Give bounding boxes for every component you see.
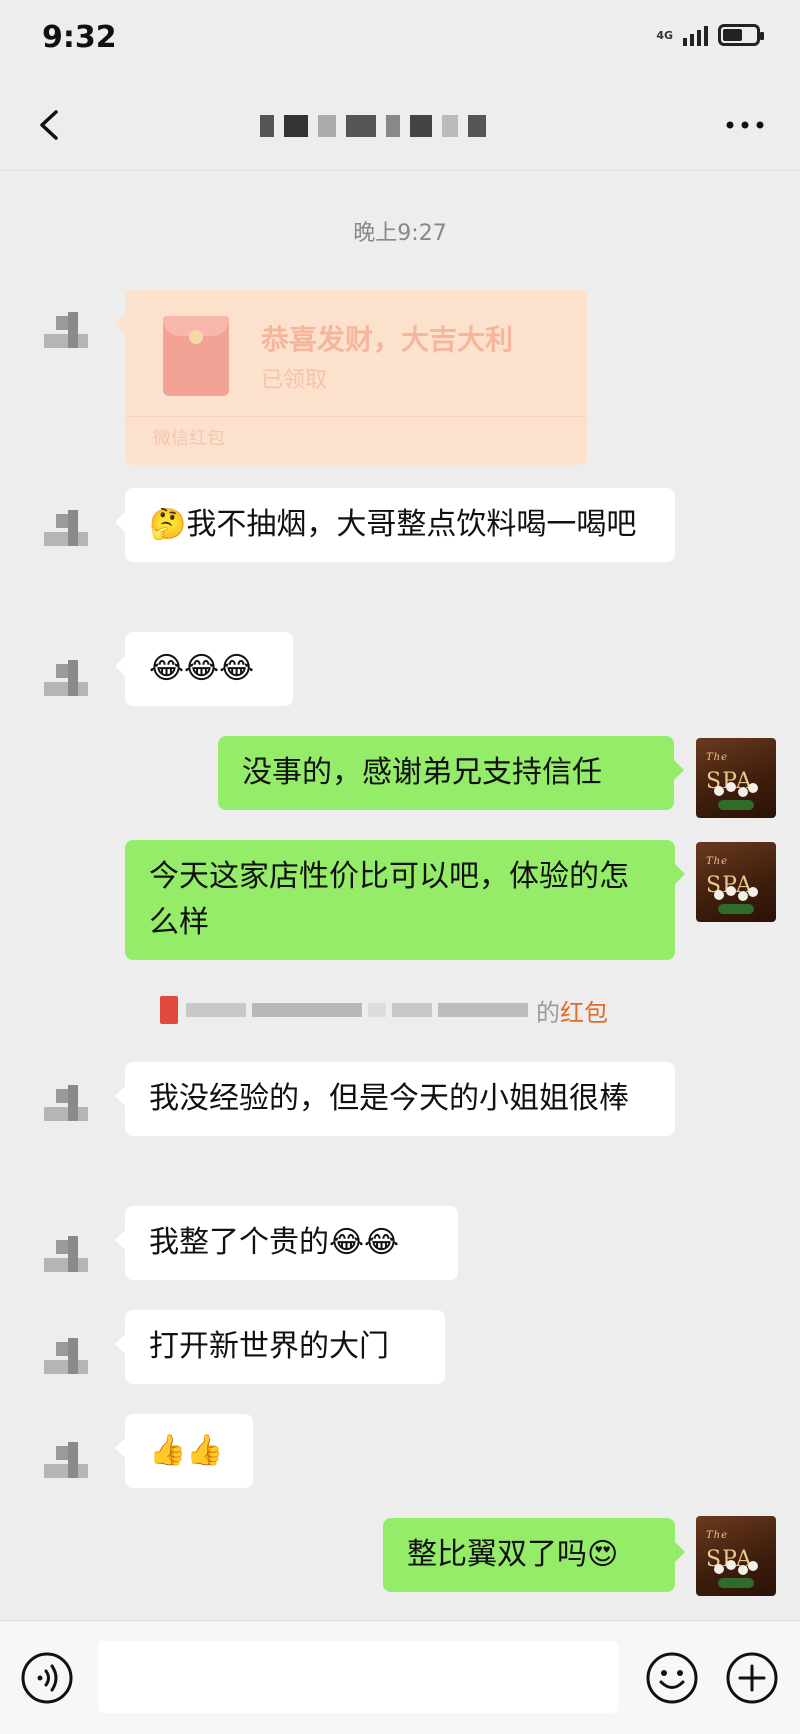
message-text: 👍👍	[149, 1433, 224, 1468]
message-text: 今天这家店性价比可以吧，体验的怎么样	[149, 859, 629, 940]
red-envelope-icon	[160, 996, 178, 1024]
voice-icon[interactable]	[20, 1651, 74, 1705]
red-packet-footer: 微信红包	[153, 428, 225, 449]
more-dots-icon[interactable]	[720, 110, 770, 140]
status-bar: 9:32 4G	[0, 0, 800, 80]
chat-title-redacted	[260, 110, 486, 142]
input-bar	[0, 1620, 800, 1734]
red-packet-card[interactable]: 恭喜发财，大吉大利 已领取 微信红包	[115, 290, 587, 465]
redacted-names	[186, 1003, 528, 1017]
message-bubble[interactable]: 我没经验的，但是今天的小姐姐很棒	[115, 1062, 675, 1136]
network-label: 4G	[656, 28, 673, 42]
red-packet-status: 已领取	[261, 368, 328, 393]
message-text: 打开新世界的大门	[149, 1329, 389, 1364]
message-bubble[interactable]: 没事的，感谢弟兄支持信任	[218, 736, 684, 810]
red-packet-claim-notice: 的红包	[160, 992, 608, 1028]
self-avatar[interactable]: TheSPA	[696, 842, 776, 922]
message-text: 没事的，感谢弟兄支持信任	[242, 755, 602, 790]
message-bubble[interactable]: 今天这家店性价比可以吧，体验的怎么样	[125, 840, 685, 960]
contact-avatar[interactable]	[44, 1442, 90, 1488]
chevron-left-icon[interactable]	[30, 100, 70, 150]
contact-avatar[interactable]	[44, 312, 90, 358]
message-text: 我不抽烟，大哥整点饮料喝一喝吧	[186, 507, 637, 542]
battery-level	[723, 29, 742, 41]
message-timestamp: 晚上9:27	[353, 221, 447, 246]
message-bubble[interactable]: 打开新世界的大门	[115, 1310, 445, 1384]
contact-avatar[interactable]	[44, 510, 90, 556]
self-avatar[interactable]: TheSPA	[696, 1516, 776, 1596]
status-icons: 4G	[656, 24, 764, 46]
red-packet-link[interactable]: 红包	[560, 999, 608, 1027]
self-avatar[interactable]: TheSPA	[696, 738, 776, 818]
red-packet-divider	[125, 416, 587, 417]
status-time: 9:32	[42, 20, 117, 55]
message-bubble[interactable]: 🤔我不抽烟，大哥整点饮料喝一喝吧	[115, 488, 675, 562]
contact-avatar[interactable]	[44, 1236, 90, 1282]
emoji-icon[interactable]	[645, 1651, 699, 1705]
contact-avatar[interactable]	[44, 1338, 90, 1384]
message-bubble[interactable]: 整比翼双了吗😍	[383, 1518, 685, 1592]
red-packet-title: 恭喜发财，大吉大利	[261, 323, 514, 356]
message-text: 整比翼双了吗😍	[407, 1537, 619, 1572]
message-bubble[interactable]: 我整了个贵的😂😂	[115, 1206, 458, 1280]
contact-avatar[interactable]	[44, 660, 90, 706]
thinking-emoji: 🤔	[149, 507, 187, 542]
battery-icon	[718, 24, 764, 46]
message-bubble[interactable]: 😂😂😂	[115, 632, 293, 706]
plus-icon[interactable]	[725, 1651, 779, 1705]
contact-avatar[interactable]	[44, 1085, 90, 1131]
chat-header	[0, 80, 800, 171]
message-bubble[interactable]: 👍👍	[115, 1414, 253, 1488]
message-text: 😂😂😂	[149, 651, 255, 686]
message-text: 我整了个贵的😂😂	[149, 1225, 400, 1260]
message-text: 我没经验的，但是今天的小姐姐很棒	[149, 1081, 629, 1116]
signal-icon	[683, 24, 708, 46]
message-input[interactable]	[98, 1641, 618, 1713]
red-envelope-icon	[163, 316, 229, 396]
